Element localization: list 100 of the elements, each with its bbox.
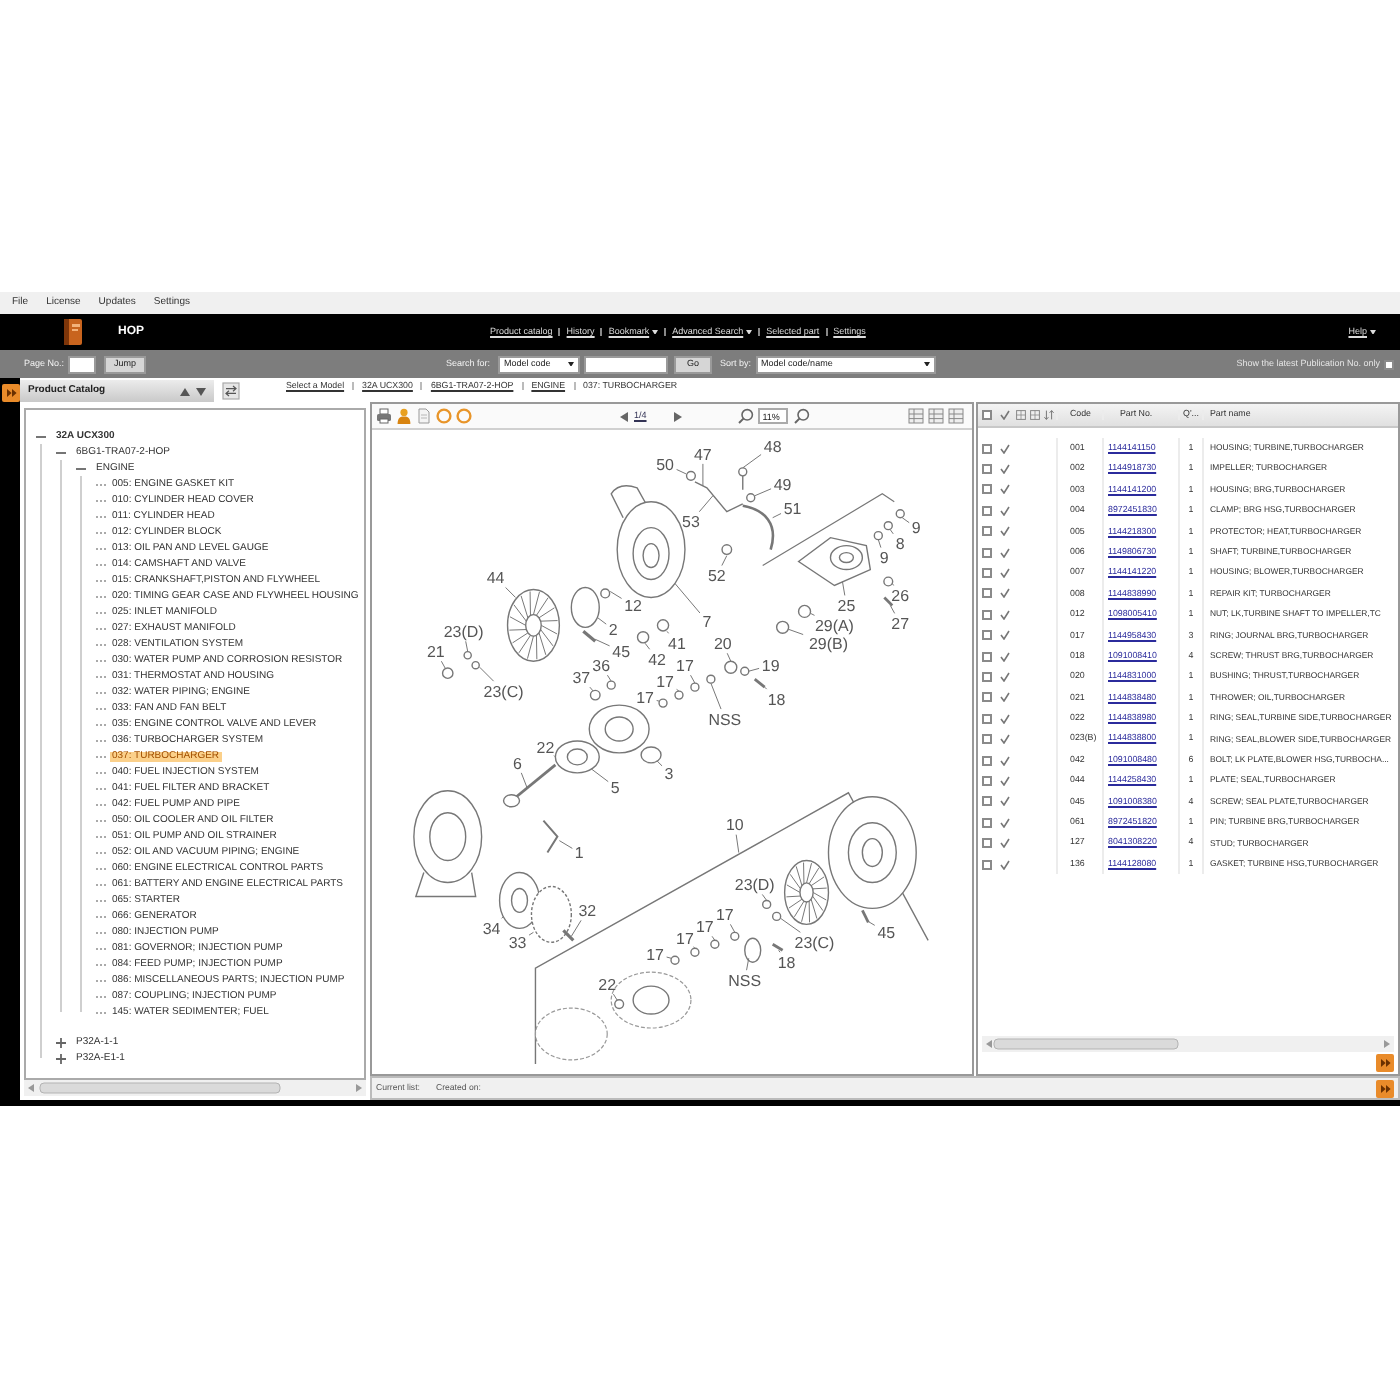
row-checkbox[interactable] [982,755,992,766]
latest-checkbox[interactable] [1384,359,1394,369]
select-all-checkbox[interactable] [982,410,992,420]
leader-line [735,834,740,854]
page-number-field[interactable] [68,355,97,373]
callout-number: 18 [767,690,786,709]
row-checkbox[interactable] [982,671,992,682]
magnifier-icon[interactable] [738,408,755,424]
row-checkbox[interactable] [982,838,992,849]
leader-line [666,956,672,959]
callout-number: 20 [713,635,732,654]
leader-line [520,772,528,790]
person-icon[interactable] [396,408,412,424]
toggle-icon[interactable] [1376,1054,1394,1072]
row-checkbox[interactable] [982,775,992,786]
left-arrow-icon[interactable] [620,411,628,421]
row-checkbox[interactable] [982,796,992,807]
callout-number: 53 [682,513,700,532]
leader-line [558,840,573,849]
callout-number: 50 [656,455,674,474]
search-field[interactable] [584,355,669,373]
row-checkbox[interactable] [982,588,992,599]
magnifier-icon[interactable] [794,408,811,424]
collapse-icon[interactable] [76,463,86,473]
leader-line [656,760,663,767]
callout-number: 17 [646,946,664,965]
callout-number: 7 [702,613,712,632]
caret-icon [923,361,930,367]
callout-number: 10 [725,816,744,835]
leader-line [589,686,594,692]
arrows-icon[interactable] [222,381,240,399]
right-arrow-icon[interactable] [674,411,683,421]
leader-line [721,555,728,567]
leader-line [889,529,894,535]
leader-line [780,917,801,933]
callout-number: 3 [664,764,674,783]
down-arrow-icon[interactable] [196,387,206,395]
collapse-icon[interactable] [56,447,66,457]
toggle-icon[interactable] [1,384,19,402]
callout-number: 22 [536,738,555,757]
leader-line [440,660,447,670]
callout-number: 22 [598,975,617,994]
row-checkbox[interactable] [982,609,992,620]
page-icon[interactable] [416,408,432,424]
leader-line [609,590,623,599]
callout-number: 41 [668,635,686,654]
row-checkbox[interactable] [982,859,992,869]
row-checkbox[interactable] [982,713,992,724]
leader-line [594,638,611,647]
expand-icon[interactable] [56,1037,66,1047]
hose-drawing [742,504,775,550]
row-checkbox[interactable] [982,526,992,537]
callout-number: 45 [877,924,896,943]
row-checkbox[interactable] [982,651,992,662]
row-checkbox[interactable] [982,443,992,454]
blower-housing-drawing [610,485,686,599]
leader-line [528,931,534,936]
row-checkbox[interactable] [982,692,992,703]
impeller-drawing [506,588,561,662]
row-checkbox[interactable] [982,817,992,828]
horizontal-scrollbar[interactable] [24,1080,366,1096]
bolt-drawing [582,630,597,643]
leader-line [711,935,716,941]
callout-number: 17 [715,906,734,925]
leader-line [877,539,882,549]
turbine-housing-drawing [413,790,483,898]
row-checkbox[interactable] [982,568,992,579]
leader-line [570,919,582,937]
expand-icon[interactable] [56,1053,66,1063]
row-checkbox[interactable] [982,464,992,475]
sort-icon[interactable] [1044,410,1054,420]
row-checkbox[interactable] [982,505,992,516]
layout-icon[interactable] [948,408,965,424]
actuator-drawing [797,536,872,587]
layout-icon[interactable] [908,408,925,424]
callout-number: 21 [426,643,445,662]
callout-number: 52 [708,567,726,586]
up-arrow-icon[interactable] [180,387,190,395]
row-checkbox[interactable] [982,484,992,495]
callout-number: 36 [592,657,611,675]
grid-icon[interactable] [1030,410,1040,420]
leader-line [901,517,910,524]
toggle-icon[interactable] [1376,1079,1394,1097]
leader-line [590,768,609,783]
leader-line [729,923,736,933]
row-checkbox[interactable] [982,547,992,558]
printer-icon[interactable] [376,408,392,424]
plate-drawing [530,885,573,943]
callout-number: 9 [879,549,889,568]
row-checkbox[interactable] [982,630,992,641]
bolt-drawing [562,929,575,942]
frame-line [762,493,895,567]
collapse-icon[interactable] [36,431,46,441]
layout-icon[interactable] [928,408,945,424]
row-checkbox[interactable] [982,734,992,745]
callout-number: NSS [708,710,742,729]
callout-number: 8 [895,535,905,554]
horizontal-scrollbar[interactable] [982,1036,1394,1052]
leader-line [505,587,516,598]
grid-icon[interactable] [1016,410,1026,420]
